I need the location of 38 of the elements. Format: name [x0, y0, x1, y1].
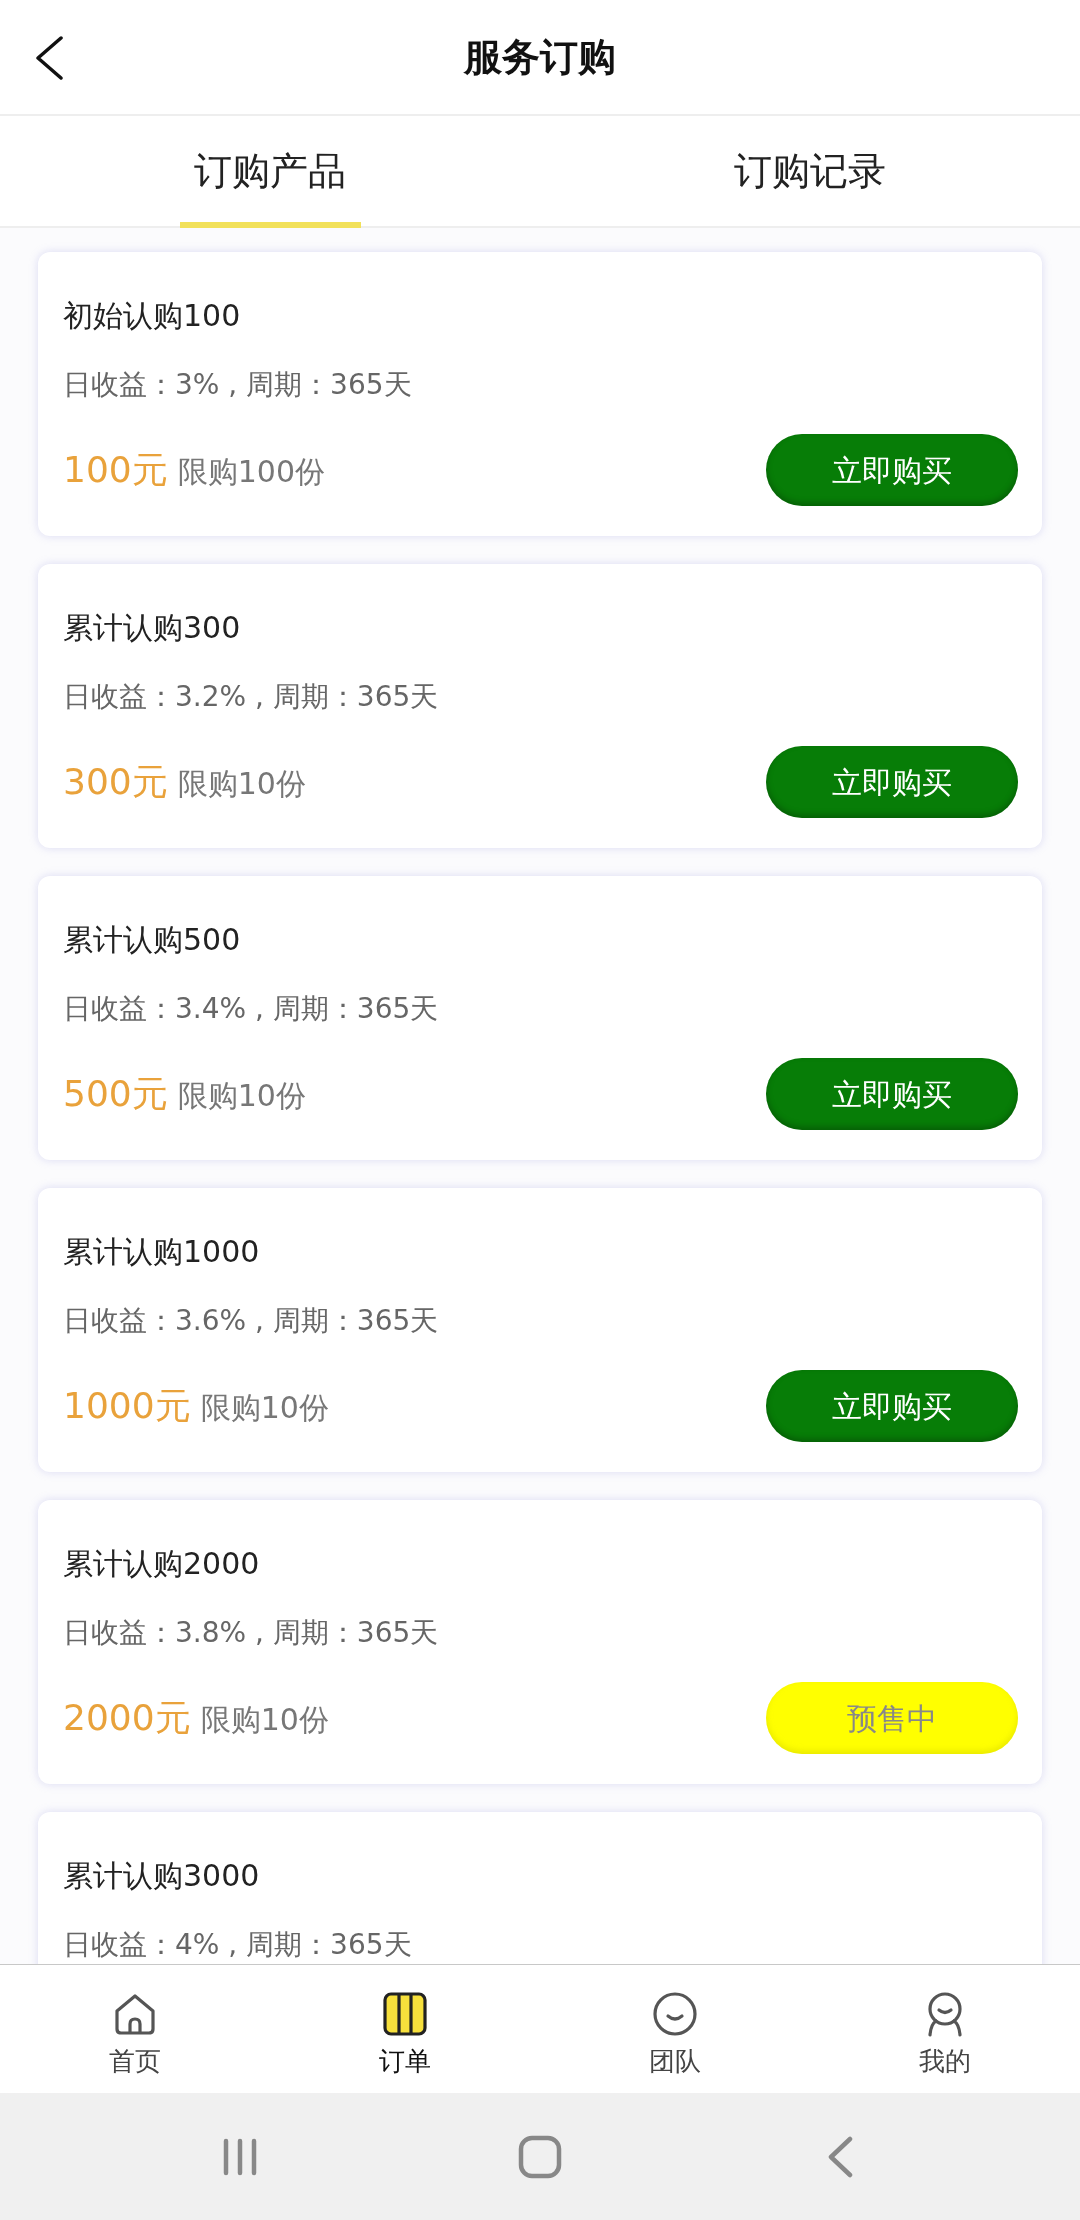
product-name: 累计认购3000: [63, 1858, 260, 1894]
product-name: 累计认购2000: [63, 1546, 260, 1582]
columns-icon: [382, 1991, 428, 2037]
nav-tab[interactable]: 订单: [379, 1991, 431, 2077]
page-title: 服务订购: [464, 34, 616, 80]
product-price: 1000元: [63, 1384, 191, 1428]
back-icon[interactable]: [34, 36, 64, 80]
buy-button[interactable]: 立即购买: [766, 1058, 1018, 1130]
buy-button[interactable]: 立即购买: [766, 746, 1018, 818]
purchase-limit: 限购10份: [177, 1077, 306, 1115]
nav-tab[interactable]: 团队: [649, 1991, 701, 2077]
back-button-icon[interactable]: [827, 2135, 853, 2178]
product-terms: 日收益：4% , 周期：365天: [63, 1930, 412, 1960]
product-price: 500元: [63, 1072, 168, 1116]
nav-tab[interactable]: 首页: [109, 1991, 161, 2077]
product-terms: 日收益：3% , 周期：365天: [63, 370, 412, 400]
product-terms: 日收益：3.8% , 周期：365天: [63, 1618, 439, 1648]
tab[interactable]: 订购记录: [719, 116, 901, 228]
nav-tab[interactable]: 我的: [919, 1991, 971, 2077]
purchase-limit: 限购10份: [200, 1389, 329, 1427]
product-name: 累计认购500: [63, 922, 241, 958]
purchase-limit: 限购100份: [177, 453, 325, 491]
home-button-icon[interactable]: [518, 2134, 562, 2179]
product-name: 初始认购100: [63, 298, 241, 334]
product-terms: 日收益：3.4% , 周期：365天: [63, 994, 439, 1024]
product-price: 2000元: [63, 1696, 191, 1740]
product-terms: 日收益：3.2% , 周期：365天: [63, 682, 439, 712]
home-icon: [112, 1991, 158, 2037]
purchase-limit: 限购10份: [200, 1701, 329, 1739]
product-price: 100元: [63, 448, 168, 492]
product-name: 累计认购300: [63, 610, 241, 646]
smile-icon: [652, 1991, 698, 2037]
product-terms: 日收益：3.6% , 周期：365天: [63, 1306, 439, 1336]
product-name: 累计认购1000: [63, 1234, 260, 1270]
purchase-limit: 限购10份: [177, 765, 306, 803]
product-price: 300元: [63, 760, 168, 804]
buy-button[interactable]: 立即购买: [766, 1370, 1018, 1442]
buy-button[interactable]: 立即购买: [766, 434, 1018, 506]
